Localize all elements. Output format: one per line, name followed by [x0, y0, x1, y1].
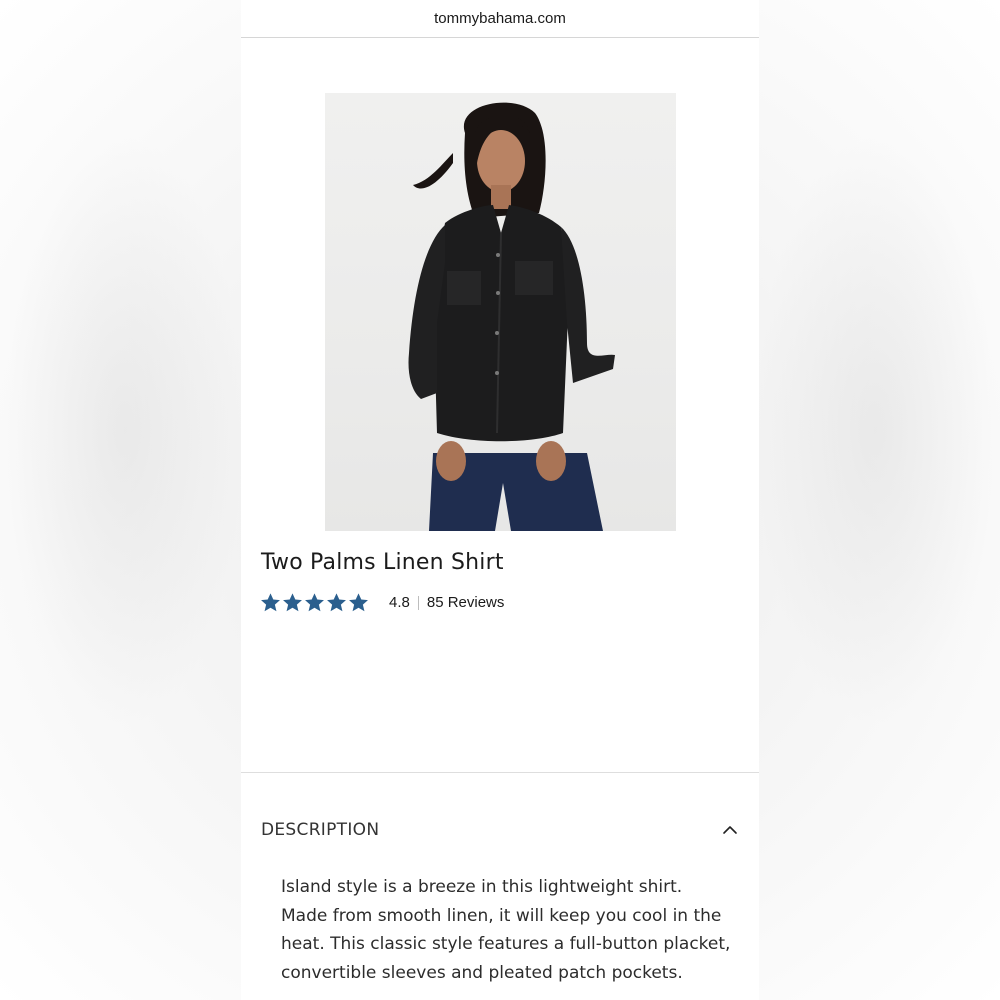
star-icon	[305, 593, 324, 612]
description-accordion-header[interactable]: DESCRIPTION	[261, 820, 739, 840]
star-rating	[260, 592, 369, 613]
description-heading: DESCRIPTION	[261, 820, 380, 840]
rating-divider	[417, 595, 419, 610]
section-divider	[241, 772, 759, 773]
product-image[interactable]	[325, 93, 676, 531]
chevron-up-icon[interactable]	[721, 821, 739, 839]
product-photo-illustration	[408, 102, 615, 531]
star-icon	[327, 593, 346, 612]
url-text: tommybahama.com	[434, 10, 566, 27]
rating-summary[interactable]: 4.8 85 Reviews	[260, 592, 504, 613]
product-title: Two Palms Linen Shirt	[261, 550, 504, 575]
mobile-screen: tommybahama.com Two Palms Linen Shirt 4.…	[241, 0, 759, 1000]
reviews-link[interactable]: 85 Reviews	[427, 594, 505, 611]
rating-value: 4.8	[389, 594, 410, 611]
star-icon	[261, 593, 280, 612]
description-text: Island style is a breeze in this lightwe…	[281, 877, 731, 983]
address-bar[interactable]: tommybahama.com	[241, 0, 759, 38]
star-icon	[283, 593, 302, 612]
star-icon	[349, 593, 368, 612]
